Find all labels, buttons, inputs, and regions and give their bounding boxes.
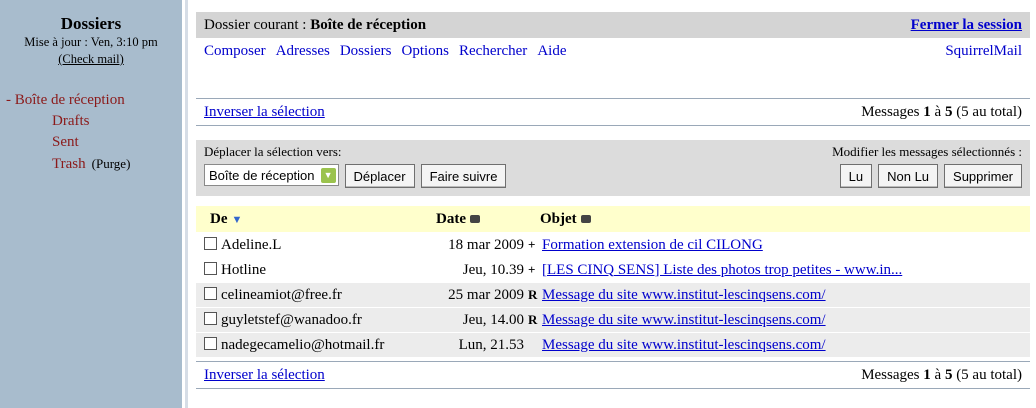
move-target-select[interactable]: Boîte de réception ▼ — [204, 164, 339, 186]
check-mail-link[interactable]: (Check mail) — [58, 52, 124, 66]
header-subject[interactable]: Objet — [528, 211, 591, 228]
folder-prefix: - — [6, 92, 15, 108]
current-folder-name: Boîte de réception — [310, 16, 427, 33]
count-prefix: Messages — [861, 366, 924, 383]
folder-trash[interactable]: Trash (Purge) — [0, 153, 182, 175]
count-total: (5 au total) — [952, 103, 1022, 120]
row-subject-link[interactable]: Message du site www.institut-lescinqsens… — [542, 287, 826, 303]
row-from: nadegecamelio@hotmail.fr — [221, 336, 385, 353]
header-date-label: Date — [436, 210, 466, 227]
sort-toggle-icon[interactable] — [470, 215, 480, 224]
row-from: celineamiot@free.fr — [221, 286, 342, 303]
message-count: Messages 1 à 5 (5 au total) — [861, 367, 1022, 384]
row-subject-link[interactable]: [LES CINQ SENS] Liste des photos trop pe… — [542, 262, 902, 278]
row-checkbox[interactable] — [204, 261, 217, 275]
row-checkbox[interactable] — [204, 286, 217, 300]
folder-inbox[interactable]: - Boîte de réception — [0, 90, 182, 111]
sort-down-icon[interactable]: ▼ — [232, 214, 243, 226]
folder-label: Trash — [52, 156, 86, 172]
count-from: 1 — [923, 103, 931, 120]
table-row[interactable]: nadegecamelio@hotmail.fr Lun, 21.53 Mess… — [196, 332, 1030, 357]
menu-search[interactable]: Rechercher — [459, 43, 527, 59]
row-checkbox[interactable] — [204, 311, 217, 325]
selection-bar-top: Inverser la sélection Messages 1 à 5 (5 … — [196, 98, 1030, 126]
folder-sidebar: Dossiers Mise à jour : Ven, 3:10 pm (Che… — [0, 0, 182, 408]
menu-options[interactable]: Options — [402, 43, 450, 59]
message-list-header: De ▼ Date Objet — [196, 206, 1030, 232]
menu-help[interactable]: Aide — [537, 43, 566, 59]
folder-label: Boîte de réception — [14, 92, 125, 108]
current-folder: Dossier courant : Boîte de réception — [204, 17, 426, 34]
row-subject-link[interactable]: Formation extension de cil CILONG — [542, 237, 763, 253]
row-subject-link[interactable]: Message du site www.institut-lescinqsens… — [542, 312, 826, 328]
message-count: Messages 1 à 5 (5 au total) — [861, 104, 1022, 121]
sort-toggle-icon[interactable] — [580, 215, 591, 224]
invert-selection-link[interactable]: Inverser la sélection — [204, 367, 325, 384]
row-flag: R — [528, 287, 538, 302]
mark-read-button[interactable]: Lu — [839, 164, 873, 188]
sidebar-divider — [185, 0, 188, 408]
move-button[interactable]: Déplacer — [344, 164, 415, 188]
row-flag: R — [528, 312, 538, 327]
count-mid: à — [930, 366, 945, 383]
count-total: (5 au total) — [952, 366, 1022, 383]
row-date: Jeu, 14.00 — [462, 311, 524, 328]
delete-button[interactable]: Supprimer — [944, 164, 1022, 188]
row-from: Adeline.L — [221, 236, 282, 253]
logout-link[interactable]: Fermer la session — [911, 17, 1022, 34]
move-target-value: Boîte de réception — [209, 167, 315, 183]
header-from-label: De — [210, 210, 228, 227]
count-prefix: Messages — [861, 103, 924, 120]
mark-unread-button[interactable]: Non Lu — [878, 164, 939, 188]
header-date[interactable]: Date — [428, 211, 528, 228]
current-folder-bar: Dossier courant : Boîte de réception Fer… — [196, 12, 1030, 38]
row-date: 25 mar 2009 — [448, 286, 524, 303]
main-menu: Composer Adresses Dossiers Options Recherche… — [196, 38, 1030, 64]
row-from: Hotline — [221, 261, 266, 278]
invert-selection-link[interactable]: Inverser la sélection — [204, 104, 325, 121]
row-checkbox[interactable] — [204, 236, 217, 250]
count-from: 1 — [923, 366, 931, 383]
main-panel: Dossier courant : Boîte de réception Fer… — [196, 12, 1030, 389]
row-subject-link[interactable]: Message du site www.institut-lescinqsens… — [542, 337, 826, 353]
row-flag: + — [528, 262, 536, 277]
selection-bar-bottom: Inverser la sélection Messages 1 à 5 (5 … — [196, 361, 1030, 389]
message-list: De ▼ Date Objet Adeline.L 18 mar 2009 + F… — [196, 206, 1030, 357]
brand-link[interactable]: SquirrelMail — [945, 43, 1022, 60]
folder-sent[interactable]: Sent — [0, 132, 182, 153]
table-row[interactable]: Hotline Jeu, 10.39 + [LES CINQ SENS] Lis… — [196, 257, 1030, 282]
row-checkbox[interactable] — [204, 336, 217, 350]
last-update: Mise à jour : Ven, 3:10 pm — [24, 35, 158, 49]
purge-link[interactable]: (Purge) — [92, 156, 131, 171]
row-from: guyletstef@wanadoo.fr — [221, 311, 362, 328]
sidebar-title: Dossiers — [60, 14, 122, 33]
chevron-down-icon: ▼ — [320, 167, 336, 183]
message-actions: Déplacer la sélection vers: Boîte de réc… — [196, 140, 1030, 196]
header-subject-label: Objet — [540, 210, 577, 227]
header-from[interactable]: De ▼ — [196, 211, 428, 228]
count-mid: à — [930, 103, 945, 120]
table-row[interactable]: guyletstef@wanadoo.fr Jeu, 14.00 R Messa… — [196, 307, 1030, 332]
folder-drafts[interactable]: Drafts — [0, 111, 182, 132]
modify-label: Modifier les messages sélectionnés : — [832, 144, 1022, 159]
row-date: Lun, 21.53 — [458, 336, 524, 353]
forward-button[interactable]: Faire suivre — [420, 164, 507, 188]
table-row[interactable]: Adeline.L 18 mar 2009 + Formation extens… — [196, 232, 1030, 257]
row-date: 18 mar 2009 — [448, 236, 524, 253]
table-row[interactable]: celineamiot@free.fr 25 mar 2009 R Messag… — [196, 282, 1030, 307]
move-label: Déplacer la sélection vers: — [204, 144, 342, 159]
current-folder-label: Dossier courant : — [204, 16, 311, 33]
menu-compose[interactable]: Composer — [204, 43, 266, 59]
menu-folders[interactable]: Dossiers — [340, 43, 392, 59]
row-flag: + — [528, 237, 536, 252]
menu-addresses[interactable]: Adresses — [276, 43, 330, 59]
row-date: Jeu, 10.39 — [462, 261, 524, 278]
